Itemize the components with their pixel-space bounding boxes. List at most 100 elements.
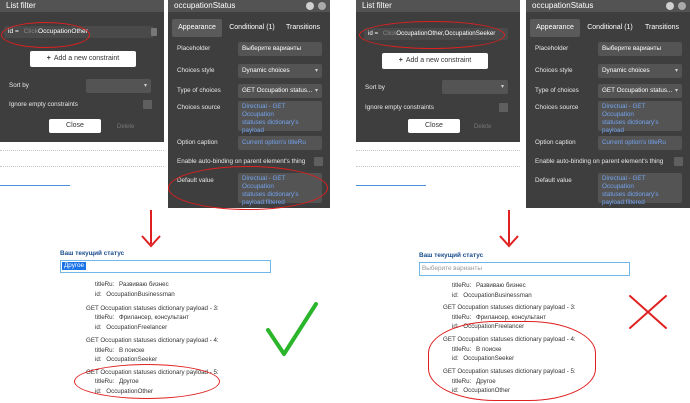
info-icon[interactable] bbox=[666, 2, 674, 10]
down-arrow-icon bbox=[499, 210, 519, 248]
list-filter-title: List filter bbox=[0, 0, 164, 12]
default-line-1: Directual - GET Occupation bbox=[602, 175, 646, 190]
comment-icon[interactable] bbox=[318, 2, 326, 10]
auto-binding-label: Enable auto-binding on parent element's … bbox=[535, 158, 664, 165]
list-item-header: GET Occupation statuses dictionary paylo… bbox=[443, 304, 576, 311]
cross-mark-icon bbox=[629, 295, 667, 329]
annotation-circle-filter bbox=[1, 22, 90, 48]
list-item: id: OccupationBusinessman bbox=[95, 291, 175, 298]
status-heading: Ваш текущий статус bbox=[60, 250, 125, 257]
placeholder-label: Placeholder bbox=[535, 45, 569, 52]
ignore-empty-label: Ignore empty constraints bbox=[9, 101, 78, 108]
plus-icon: + bbox=[46, 55, 51, 62]
ignore-empty-checkbox[interactable] bbox=[143, 100, 152, 109]
placeholder-field[interactable]: Выберите варианты bbox=[598, 42, 682, 56]
type-of-choices-label: Type of choices bbox=[177, 87, 221, 94]
editor-underline bbox=[0, 185, 70, 186]
default-value-field[interactable]: Directual - GET Occupation statuses dict… bbox=[598, 173, 682, 206]
list-item: titleRu: Фрилансер, консультант bbox=[95, 314, 189, 321]
auto-binding-checkbox[interactable] bbox=[674, 157, 683, 166]
list-item-header: GET Occupation statuses dictionary paylo… bbox=[86, 337, 219, 344]
left-screenshot: List filter id = ClickOccupationOther + A… bbox=[0, 0, 330, 403]
source-line-2: statuses dictionary's bbox=[242, 119, 299, 126]
annotation-circle-result bbox=[428, 321, 596, 401]
source-line-1: Directual - GET Occupation bbox=[242, 103, 286, 118]
info-icon[interactable] bbox=[306, 2, 314, 10]
option-caption-label: Option caption bbox=[177, 139, 218, 146]
type-of-choices-dropdown[interactable]: GET Occupation status... bbox=[238, 84, 322, 98]
down-arrow-icon bbox=[141, 210, 161, 248]
auto-binding-checkbox[interactable] bbox=[314, 157, 323, 166]
status-dropdown[interactable] bbox=[60, 260, 271, 273]
choices-source-label: Choices source bbox=[177, 104, 221, 111]
editor-guide bbox=[0, 166, 164, 167]
editor-guide bbox=[0, 150, 164, 151]
annotation-circle-default bbox=[168, 166, 328, 210]
placeholder-label: Placeholder bbox=[177, 45, 211, 52]
comment-icon[interactable] bbox=[678, 2, 686, 10]
add-constraint-label: Add a new constraint bbox=[405, 57, 472, 64]
list-item: id: OccupationFreelancer bbox=[95, 324, 168, 331]
tab-appearance[interactable]: Appearance bbox=[172, 19, 222, 37]
choices-source-label: Choices source bbox=[535, 104, 579, 111]
list-item: titleRu: Развиваю бизнес bbox=[452, 282, 526, 289]
editor-guide bbox=[356, 150, 520, 151]
choices-style-dropdown[interactable]: Dynamic choices bbox=[238, 64, 322, 78]
choices-source-field[interactable]: Directual - GET Occupation statuses dict… bbox=[238, 101, 322, 134]
add-constraint-label: Add a new constraint bbox=[53, 55, 120, 62]
sort-by-label: Sort by bbox=[365, 84, 385, 91]
list-filter-panel: List filter id = ClickOccupationOther + A… bbox=[0, 0, 164, 142]
source-line-2: statuses dictionary's bbox=[602, 119, 659, 126]
ignore-empty-checkbox[interactable] bbox=[499, 103, 508, 112]
choices-style-label: Choices style bbox=[535, 67, 573, 74]
list-filter-title: List filter bbox=[356, 0, 520, 12]
list-item: id: OccupationSeeker bbox=[95, 356, 158, 363]
default-line-2: statuses dictionary's bbox=[602, 191, 659, 198]
delete-button[interactable]: Delete bbox=[117, 123, 134, 131]
default-line-3: payload:filtered bbox=[602, 199, 645, 206]
occupation-status-panel: occupationStatus Appearance Conditional … bbox=[526, 0, 690, 208]
trash-icon[interactable] bbox=[151, 28, 157, 36]
annotation-circle-filter bbox=[359, 21, 505, 49]
list-item: titleRu: В поиске bbox=[95, 347, 145, 354]
tab-conditional[interactable]: Conditional (1) bbox=[582, 19, 638, 37]
source-line-3: payload bbox=[602, 127, 625, 134]
editor-underline bbox=[356, 185, 426, 186]
tab-transitions[interactable]: Transitions bbox=[638, 19, 686, 37]
sort-by-dropdown[interactable] bbox=[86, 79, 151, 93]
option-caption-field[interactable]: Current option's titleRu bbox=[598, 136, 682, 150]
delete-button[interactable]: Delete bbox=[474, 123, 491, 131]
status-placeholder: Выберите варианты bbox=[422, 265, 482, 272]
choices-style-dropdown[interactable]: Dynamic choices bbox=[598, 64, 682, 78]
type-of-choices-dropdown[interactable]: GET Occupation status... bbox=[598, 84, 682, 98]
choices-style-label: Choices style bbox=[177, 67, 215, 74]
option-caption-field[interactable]: Current option's titleRu bbox=[238, 136, 322, 150]
option-caption-label: Option caption bbox=[535, 139, 576, 146]
auto-binding-label: Enable auto-binding on parent element's … bbox=[177, 158, 306, 165]
choices-source-field[interactable]: Directual - GET Occupation statuses dict… bbox=[598, 101, 682, 134]
right-screenshot: List filter id = ClickOccupationOther,Oc… bbox=[356, 0, 690, 403]
add-constraint-button[interactable]: + Add a new constraint bbox=[382, 53, 488, 69]
list-item: titleRu: Развиваю бизнес bbox=[95, 281, 169, 288]
add-constraint-button[interactable]: + Add a new constraint bbox=[30, 51, 136, 67]
editor-guide bbox=[356, 166, 520, 167]
tab-transitions[interactable]: Transitions bbox=[280, 19, 326, 37]
close-button[interactable]: Close bbox=[408, 119, 460, 133]
list-item: id: OccupationBusinessman bbox=[452, 292, 532, 299]
default-value-label: Default value bbox=[535, 177, 572, 184]
source-line-3: payload bbox=[242, 127, 265, 134]
sort-by-label: Sort by bbox=[9, 82, 29, 89]
status-heading: Ваш текущий статус bbox=[419, 252, 484, 259]
ignore-empty-label: Ignore empty constraints bbox=[365, 104, 434, 111]
source-line-1: Directual - GET Occupation bbox=[602, 103, 646, 118]
status-selected-value: Другое bbox=[62, 262, 87, 270]
list-item-header: GET Occupation statuses dictionary paylo… bbox=[86, 305, 219, 312]
tab-appearance[interactable]: Appearance bbox=[530, 19, 580, 37]
check-mark-icon bbox=[266, 302, 318, 356]
type-of-choices-label: Type of choices bbox=[535, 87, 579, 94]
tab-conditional[interactable]: Conditional (1) bbox=[224, 19, 280, 37]
placeholder-field[interactable]: Выберите варианты bbox=[238, 42, 322, 56]
plus-icon: + bbox=[398, 57, 403, 64]
sort-by-dropdown[interactable] bbox=[442, 80, 508, 94]
close-button[interactable]: Close bbox=[49, 119, 101, 133]
